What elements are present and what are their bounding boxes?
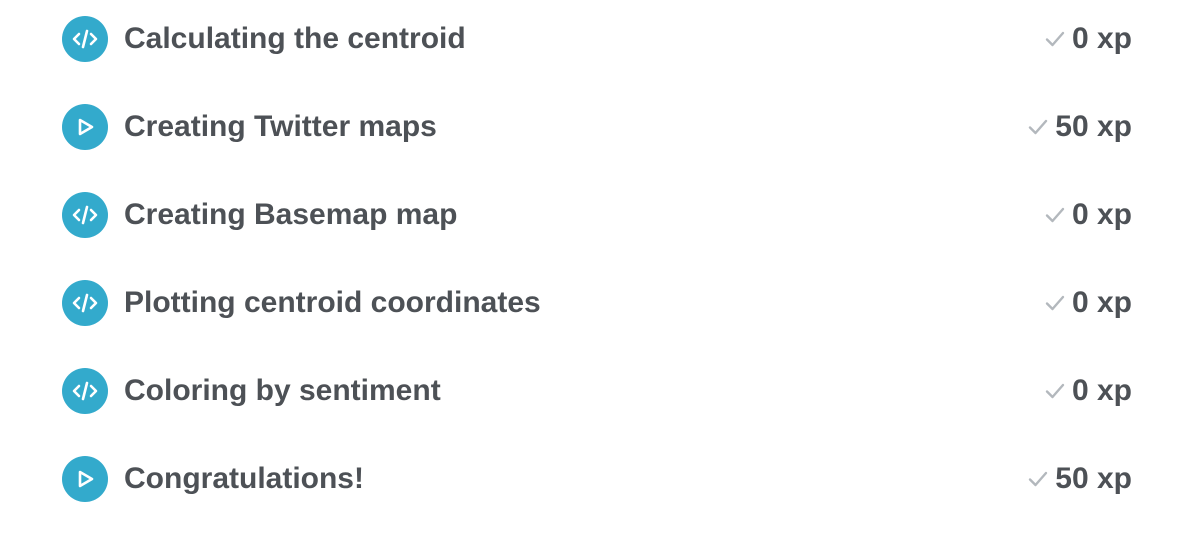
checkmark-icon bbox=[1029, 471, 1048, 487]
exercise-xp: 0 xp bbox=[1044, 17, 1132, 61]
checkmark-icon bbox=[1045, 383, 1065, 399]
exercise-xp: 0 xp bbox=[1044, 369, 1132, 413]
code-icon bbox=[62, 192, 108, 238]
exercise-item-calculating-the-centroid[interactable]: Calculating the centroid 0 xp bbox=[0, 0, 1184, 82]
exercise-list: Calculating the centroid 0 xp Creating T… bbox=[0, 0, 1184, 542]
exercise-xp: 50 xp bbox=[1027, 457, 1132, 501]
xp-value: 0 xp bbox=[1071, 22, 1132, 55]
code-icon bbox=[62, 280, 108, 326]
play-icon bbox=[62, 456, 108, 502]
code-icon bbox=[62, 368, 108, 414]
xp-value: 0 xp bbox=[1071, 286, 1132, 319]
exercise-title: Creating Twitter maps bbox=[124, 110, 437, 143]
exercise-xp: 50 xp bbox=[1027, 105, 1132, 149]
exercise-title: Coloring by sentiment bbox=[124, 374, 441, 407]
exercise-item-creating-basemap-map[interactable]: Creating Basemap map 0 xp bbox=[0, 170, 1184, 258]
play-icon bbox=[62, 104, 108, 150]
exercise-xp: 0 xp bbox=[1044, 193, 1132, 237]
exercise-title: Plotting centroid coordinates bbox=[124, 286, 541, 319]
exercise-item-creating-twitter-maps[interactable]: Creating Twitter maps 50 xp bbox=[0, 82, 1184, 170]
checkmark-icon bbox=[1045, 207, 1065, 223]
xp-value: 0 xp bbox=[1071, 198, 1132, 231]
exercise-title: Creating Basemap map bbox=[124, 198, 458, 231]
xp-value: 0 xp bbox=[1071, 374, 1132, 407]
exercise-item-coloring-by-sentiment[interactable]: Coloring by sentiment 0 xp bbox=[0, 346, 1184, 434]
exercise-item-congratulations[interactable]: Congratulations! 50 xp bbox=[0, 434, 1184, 522]
exercise-item-plotting-centroid-coordinates[interactable]: Plotting centroid coordinates 0 xp bbox=[0, 258, 1184, 346]
exercise-title: Congratulations! bbox=[124, 462, 364, 495]
exercise-title: Calculating the centroid bbox=[124, 22, 466, 55]
checkmark-icon bbox=[1029, 119, 1048, 135]
checkmark-icon bbox=[1045, 31, 1065, 47]
checkmark-icon bbox=[1045, 295, 1065, 311]
xp-value: 50 xp bbox=[1055, 110, 1132, 143]
xp-value: 50 xp bbox=[1055, 462, 1132, 495]
exercise-xp: 0 xp bbox=[1044, 281, 1132, 325]
code-icon bbox=[62, 16, 108, 62]
